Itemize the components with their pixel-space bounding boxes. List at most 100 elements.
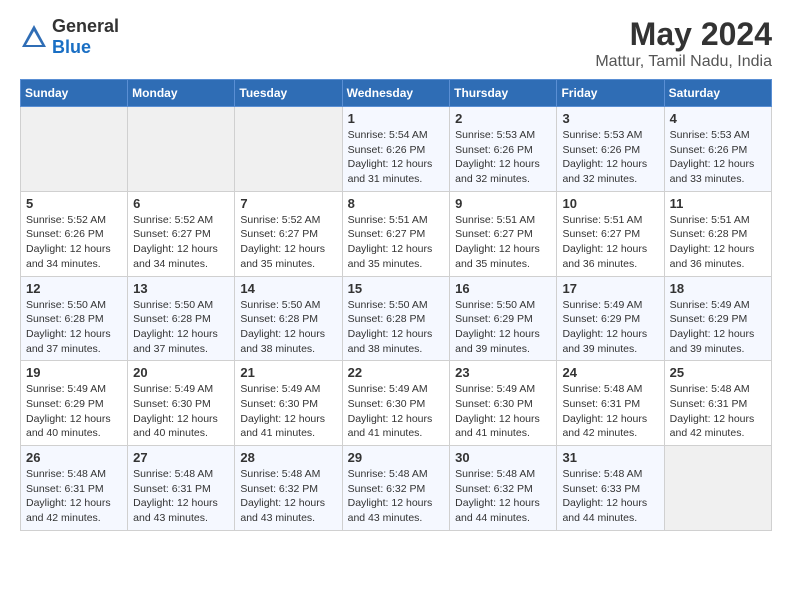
- day-info: Sunrise: 5:50 AM Sunset: 6:29 PM Dayligh…: [455, 298, 551, 357]
- day-info: Sunrise: 5:49 AM Sunset: 6:30 PM Dayligh…: [348, 382, 445, 441]
- day-info: Sunrise: 5:50 AM Sunset: 6:28 PM Dayligh…: [26, 298, 122, 357]
- calendar: SundayMondayTuesdayWednesdayThursdayFrid…: [20, 79, 772, 531]
- day-cell: [235, 107, 342, 192]
- header: General Blue May 2024 Mattur, Tamil Nadu…: [20, 16, 772, 71]
- week-row-3: 12Sunrise: 5:50 AM Sunset: 6:28 PM Dayli…: [21, 276, 772, 361]
- day-cell: 4 Sunrise: 5:53 AM Sunset: 6:26 PM Daylig…: [664, 107, 771, 192]
- day-cell: 14Sunrise: 5:50 AM Sunset: 6:28 PM Dayli…: [235, 276, 342, 361]
- day-info: Sunrise: 5:48 AM Sunset: 6:31 PM Dayligh…: [562, 382, 658, 441]
- day-cell: 1 Sunrise: 5:54 AM Sunset: 6:26 PM Daylig…: [342, 107, 450, 192]
- day-number: 1: [348, 111, 445, 126]
- day-info: Sunrise: 5:53 AM Sunset: 6:26 PM Dayligh…: [455, 128, 551, 187]
- day-info: Sunrise: 5:54 AM Sunset: 6:26 PM Dayligh…: [348, 128, 445, 187]
- day-number: 8: [348, 196, 445, 211]
- weekday-header-sunday: Sunday: [21, 80, 128, 107]
- day-info: Sunrise: 5:50 AM Sunset: 6:28 PM Dayligh…: [240, 298, 336, 357]
- day-cell: 18 Sunrise: 5:49 AM Sunset: 6:29 PM Dayli…: [664, 276, 771, 361]
- day-info: Sunrise: 5:49 AM Sunset: 6:30 PM Dayligh…: [133, 382, 229, 441]
- day-cell: 9Sunrise: 5:51 AM Sunset: 6:27 PM Daylig…: [450, 191, 557, 276]
- day-info: Sunrise: 5:48 AM Sunset: 6:33 PM Dayligh…: [562, 467, 658, 526]
- week-row-4: 19 Sunrise: 5:49 AM Sunset: 6:29 PM Dayli…: [21, 361, 772, 446]
- day-cell: 10Sunrise: 5:51 AM Sunset: 6:27 PM Dayli…: [557, 191, 664, 276]
- day-cell: 19 Sunrise: 5:49 AM Sunset: 6:29 PM Dayli…: [21, 361, 128, 446]
- day-number: 2: [455, 111, 551, 126]
- day-number: 20: [133, 365, 229, 380]
- day-number: 27: [133, 450, 229, 465]
- main-title: May 2024: [595, 16, 772, 53]
- day-info: Sunrise: 5:49 AM Sunset: 6:29 PM Dayligh…: [26, 382, 122, 441]
- day-info: Sunrise: 5:48 AM Sunset: 6:31 PM Dayligh…: [670, 382, 766, 441]
- logo-general: General: [52, 16, 119, 36]
- day-cell: 28 Sunrise: 5:48 AM Sunset: 6:32 PM Dayli…: [235, 446, 342, 531]
- day-info: Sunrise: 5:49 AM Sunset: 6:30 PM Dayligh…: [455, 382, 551, 441]
- day-number: 4: [670, 111, 766, 126]
- day-info: Sunrise: 5:48 AM Sunset: 6:32 PM Dayligh…: [348, 467, 445, 526]
- day-number: 13: [133, 281, 229, 296]
- day-cell: 25 Sunrise: 5:48 AM Sunset: 6:31 PM Dayli…: [664, 361, 771, 446]
- day-info: Sunrise: 5:52 AM Sunset: 6:26 PM Dayligh…: [26, 213, 122, 272]
- day-cell: 12Sunrise: 5:50 AM Sunset: 6:28 PM Dayli…: [21, 276, 128, 361]
- weekday-header-friday: Friday: [557, 80, 664, 107]
- day-number: 19: [26, 365, 122, 380]
- week-row-2: 5 Sunrise: 5:52 AM Sunset: 6:26 PM Daylig…: [21, 191, 772, 276]
- day-info: Sunrise: 5:52 AM Sunset: 6:27 PM Dayligh…: [133, 213, 229, 272]
- day-cell: 29 Sunrise: 5:48 AM Sunset: 6:32 PM Dayli…: [342, 446, 450, 531]
- day-number: 6: [133, 196, 229, 211]
- day-number: 21: [240, 365, 336, 380]
- day-number: 28: [240, 450, 336, 465]
- day-info: Sunrise: 5:50 AM Sunset: 6:28 PM Dayligh…: [133, 298, 229, 357]
- day-cell: 13 Sunrise: 5:50 AM Sunset: 6:28 PM Dayli…: [128, 276, 235, 361]
- day-number: 30: [455, 450, 551, 465]
- weekday-header-wednesday: Wednesday: [342, 80, 450, 107]
- day-info: Sunrise: 5:53 AM Sunset: 6:26 PM Dayligh…: [670, 128, 766, 187]
- day-info: Sunrise: 5:51 AM Sunset: 6:27 PM Dayligh…: [562, 213, 658, 272]
- day-number: 17: [562, 281, 658, 296]
- weekday-header-thursday: Thursday: [450, 80, 557, 107]
- day-cell: [21, 107, 128, 192]
- day-number: 16: [455, 281, 551, 296]
- day-info: Sunrise: 5:48 AM Sunset: 6:32 PM Dayligh…: [240, 467, 336, 526]
- day-number: 3: [562, 111, 658, 126]
- day-number: 7: [240, 196, 336, 211]
- day-info: Sunrise: 5:52 AM Sunset: 6:27 PM Dayligh…: [240, 213, 336, 272]
- day-number: 29: [348, 450, 445, 465]
- day-cell: [664, 446, 771, 531]
- day-number: 22: [348, 365, 445, 380]
- day-cell: 31Sunrise: 5:48 AM Sunset: 6:33 PM Dayli…: [557, 446, 664, 531]
- day-cell: 30Sunrise: 5:48 AM Sunset: 6:32 PM Dayli…: [450, 446, 557, 531]
- day-info: Sunrise: 5:49 AM Sunset: 6:29 PM Dayligh…: [562, 298, 658, 357]
- day-cell: 2 Sunrise: 5:53 AM Sunset: 6:26 PM Daylig…: [450, 107, 557, 192]
- logo-icon: [20, 23, 48, 51]
- title-block: May 2024 Mattur, Tamil Nadu, India: [595, 16, 772, 71]
- day-info: Sunrise: 5:48 AM Sunset: 6:31 PM Dayligh…: [133, 467, 229, 526]
- day-cell: 15Sunrise: 5:50 AM Sunset: 6:28 PM Dayli…: [342, 276, 450, 361]
- day-number: 25: [670, 365, 766, 380]
- day-number: 23: [455, 365, 551, 380]
- day-info: Sunrise: 5:51 AM Sunset: 6:27 PM Dayligh…: [455, 213, 551, 272]
- day-cell: 26Sunrise: 5:48 AM Sunset: 6:31 PM Dayli…: [21, 446, 128, 531]
- day-cell: 24 Sunrise: 5:48 AM Sunset: 6:31 PM Dayli…: [557, 361, 664, 446]
- day-info: Sunrise: 5:53 AM Sunset: 6:26 PM Dayligh…: [562, 128, 658, 187]
- day-cell: 23 Sunrise: 5:49 AM Sunset: 6:30 PM Dayli…: [450, 361, 557, 446]
- weekday-header-saturday: Saturday: [664, 80, 771, 107]
- week-row-1: 1 Sunrise: 5:54 AM Sunset: 6:26 PM Daylig…: [21, 107, 772, 192]
- day-cell: 17 Sunrise: 5:49 AM Sunset: 6:29 PM Dayli…: [557, 276, 664, 361]
- day-info: Sunrise: 5:49 AM Sunset: 6:29 PM Dayligh…: [670, 298, 766, 357]
- weekday-header-tuesday: Tuesday: [235, 80, 342, 107]
- day-cell: 5 Sunrise: 5:52 AM Sunset: 6:26 PM Daylig…: [21, 191, 128, 276]
- day-cell: 3 Sunrise: 5:53 AM Sunset: 6:26 PM Daylig…: [557, 107, 664, 192]
- day-info: Sunrise: 5:48 AM Sunset: 6:31 PM Dayligh…: [26, 467, 122, 526]
- day-cell: 20 Sunrise: 5:49 AM Sunset: 6:30 PM Dayli…: [128, 361, 235, 446]
- day-info: Sunrise: 5:50 AM Sunset: 6:28 PM Dayligh…: [348, 298, 445, 357]
- day-cell: 21Sunrise: 5:49 AM Sunset: 6:30 PM Dayli…: [235, 361, 342, 446]
- day-cell: 6 Sunrise: 5:52 AM Sunset: 6:27 PM Daylig…: [128, 191, 235, 276]
- day-cell: 22 Sunrise: 5:49 AM Sunset: 6:30 PM Dayli…: [342, 361, 450, 446]
- day-number: 5: [26, 196, 122, 211]
- logo: General Blue: [20, 16, 119, 58]
- day-number: 24: [562, 365, 658, 380]
- day-cell: 16 Sunrise: 5:50 AM Sunset: 6:29 PM Dayli…: [450, 276, 557, 361]
- day-number: 18: [670, 281, 766, 296]
- day-info: Sunrise: 5:51 AM Sunset: 6:28 PM Dayligh…: [670, 213, 766, 272]
- logo-blue: Blue: [52, 37, 91, 57]
- logo-text: General Blue: [52, 16, 119, 58]
